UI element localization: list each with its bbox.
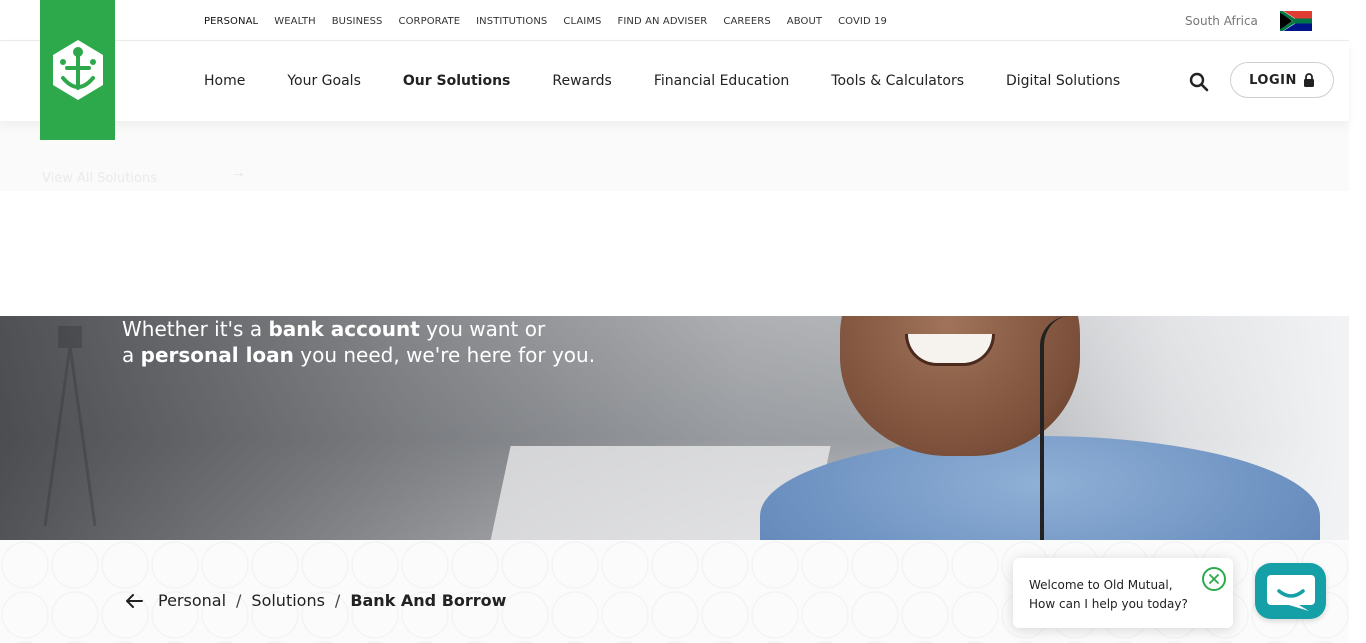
hero-headset-cable [1040,316,1080,540]
util-nav-covid-19[interactable]: COVID 19 [838,16,887,27]
util-nav-corporate[interactable]: CORPORATE [398,16,460,27]
nav-digital-solutions[interactable]: Digital Solutions [1006,73,1120,89]
hero-headline-line-2: a personal loan you need, we're here for… [122,343,596,367]
util-nav-wealth[interactable]: WEALTH [274,16,315,27]
util-nav-business[interactable]: BUSINESS [332,16,383,27]
chat-launcher-button[interactable] [1255,563,1326,619]
arrow-left-icon[interactable] [124,593,144,609]
breadcrumb-solutions[interactable]: Solutions [251,591,325,610]
hero-headline-line-1: Whether it's a bank account you want or [122,317,546,341]
breadcrumb-separator: / [236,591,242,610]
chat-bubble-icon [1266,575,1315,611]
util-nav-about[interactable]: ABOUT [787,16,822,27]
nav-our-solutions[interactable]: Our Solutions [403,73,511,89]
utility-bar: PERSONAL WEALTH BUSINESS CORPORATE INSTI… [0,0,1349,41]
close-icon [1209,574,1219,584]
old-mutual-logo[interactable] [40,0,115,140]
breadcrumb-bank-and-borrow: Bank And Borrow [350,591,507,610]
view-all-solutions-link[interactable]: View All Solutions [42,171,157,186]
old-mutual-logo-icon [52,40,103,100]
hero-banner: Whether it's a bank account you want or … [0,316,1349,540]
login-button[interactable]: LOGIN [1230,62,1334,98]
utility-nav: PERSONAL WEALTH BUSINESS CORPORATE INSTI… [204,16,903,27]
util-nav-personal[interactable]: PERSONAL [204,16,258,27]
nav-rewards[interactable]: Rewards [552,73,611,89]
nav-financial-education[interactable]: Financial Education [654,73,789,89]
south-africa-flag-icon[interactable] [1280,11,1312,31]
hero-background-tripod [43,326,97,526]
close-circle-icon[interactable] [1202,567,1226,591]
main-nav-list: Home Your Goals Our Solutions Rewards Fi… [204,73,1162,89]
lock-icon [1303,73,1314,87]
chat-welcome-bubble[interactable]: Welcome to Old Mutual, How can I help yo… [1013,558,1233,628]
util-nav-careers[interactable]: CAREERS [723,16,770,27]
nav-your-goals[interactable]: Your Goals [287,73,361,89]
breadcrumb-separator: / [334,591,341,610]
nav-home[interactable]: Home [204,73,245,89]
util-nav-claims[interactable]: CLAIMS [563,16,601,27]
solutions-dropdown-panel [0,121,1349,191]
arrow-right-icon: → [230,164,246,181]
breadcrumb-personal[interactable]: Personal [158,591,226,610]
hero-headline: Whether it's a bank account you want or … [122,316,595,368]
main-navigation: Home Your Goals Our Solutions Rewards Fi… [0,41,1349,121]
region-selector[interactable]: South Africa [1185,14,1258,28]
nav-tools-calculators[interactable]: Tools & Calculators [831,73,964,89]
breadcrumb: Personal / Solutions / Bank And Borrow [124,591,506,610]
util-nav-institutions[interactable]: INSTITUTIONS [476,16,547,27]
search-icon[interactable] [1188,71,1210,93]
util-nav-find-an-adviser[interactable]: FIND AN ADVISER [618,16,708,27]
chat-welcome-message: Welcome to Old Mutual, How can I help yo… [1029,578,1188,611]
login-label: LOGIN [1249,72,1297,88]
